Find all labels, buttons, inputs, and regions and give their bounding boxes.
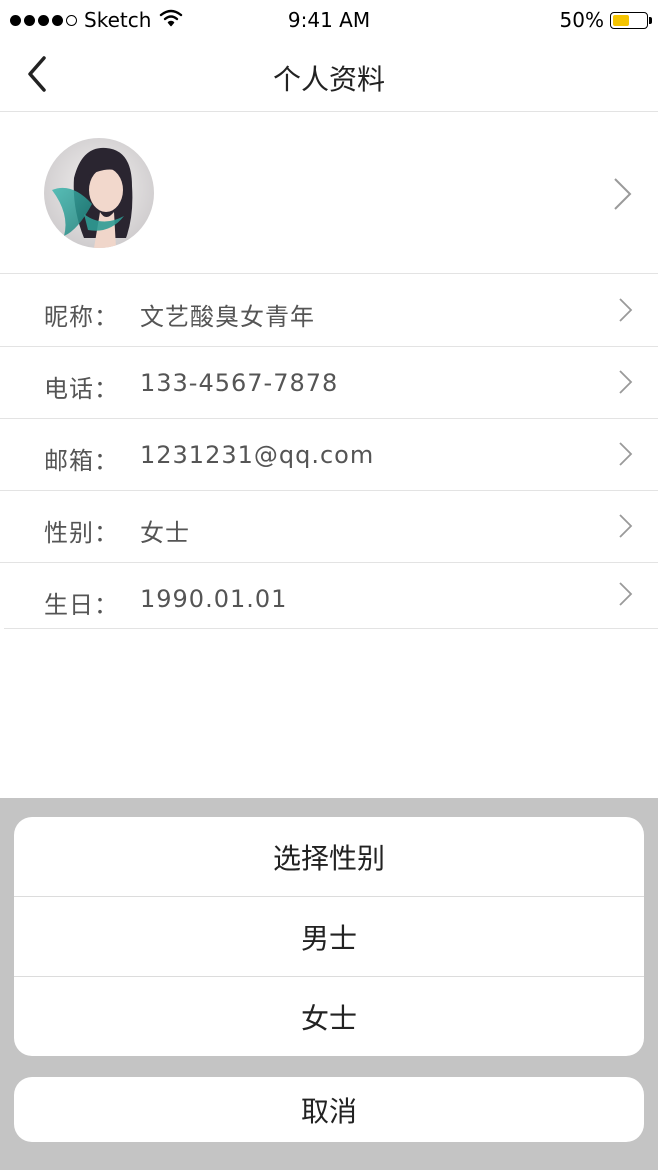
- email-value: 1231231@qq.com: [140, 441, 375, 469]
- chevron-right-icon: [619, 514, 633, 538]
- battery-status: 50%: [559, 8, 652, 32]
- battery-fill: [613, 14, 629, 26]
- phone-value: 133-4567-7878: [140, 369, 339, 397]
- battery-icon: [610, 11, 652, 29]
- gender-value: 女士: [140, 519, 190, 547]
- row-label: 电话：: [44, 375, 119, 403]
- nav-bar: 个人资料: [0, 40, 658, 112]
- birthday-value: 1990.01.01: [140, 585, 288, 613]
- battery-tip: [649, 16, 652, 24]
- avatar: [44, 138, 154, 248]
- row-label: 生日：: [44, 591, 119, 619]
- chevron-right-icon: [619, 370, 633, 394]
- email-row[interactable]: 邮箱： 1231231@qq.com: [0, 419, 658, 491]
- option-female-button[interactable]: 女士: [14, 977, 644, 1056]
- action-sheet-title: 选择性别: [14, 817, 644, 897]
- gender-row[interactable]: 性别： 女士: [0, 491, 658, 563]
- row-label: 邮箱：: [44, 447, 119, 475]
- chevron-right-icon: [619, 442, 633, 466]
- chevron-right-icon: [614, 178, 632, 210]
- avatar-row[interactable]: [0, 113, 658, 274]
- battery-percent: 50%: [559, 8, 604, 32]
- status-bar: Sketch 9:41 AM 50%: [0, 0, 658, 40]
- nickname-value: 文艺酸臭女青年: [140, 303, 315, 331]
- option-male-button[interactable]: 男士: [14, 897, 644, 977]
- phone-row[interactable]: 电话： 133-4567-7878: [0, 347, 658, 419]
- gender-action-sheet: 选择性别 男士 女士: [14, 817, 644, 1056]
- chevron-right-icon: [619, 298, 633, 322]
- birthday-row[interactable]: 生日： 1990.01.01: [4, 563, 658, 629]
- cancel-button[interactable]: 取消: [14, 1077, 644, 1142]
- page-title: 个人资料: [272, 63, 385, 96]
- row-label: 性别：: [44, 519, 119, 547]
- nickname-row[interactable]: 昵称： 文艺酸臭女青年: [0, 275, 658, 347]
- row-label: 昵称：: [44, 303, 119, 331]
- chevron-right-icon: [619, 582, 633, 606]
